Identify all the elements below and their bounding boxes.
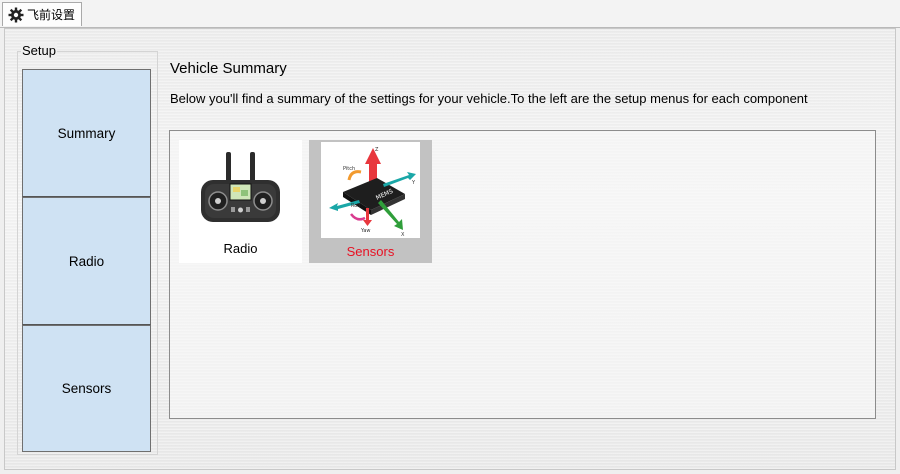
sensors-summary-card[interactable]: MEMS Z Y X Pitch Roll Yaw Sensors xyxy=(309,140,432,263)
mems-sensor-icon: MEMS Z Y X Pitch Roll Yaw xyxy=(321,142,420,238)
pitch-label: Pitch xyxy=(343,166,355,172)
axis-x-label: X xyxy=(401,232,405,238)
axis-z-label: Z xyxy=(375,147,379,153)
roll-label: Roll xyxy=(351,203,360,209)
radio-transmitter-icon xyxy=(191,142,290,238)
tab-preflight-setup[interactable]: 飞前设置 xyxy=(2,2,82,26)
setup-group: Setup Summary Radio Sensors xyxy=(17,43,158,455)
radio-card-label: Radio xyxy=(223,241,258,256)
tab-label: 飞前设置 xyxy=(27,8,76,22)
tab-strip: 飞前设置 xyxy=(0,0,900,28)
axis-y-label: Y xyxy=(411,180,416,186)
page-title: Vehicle Summary xyxy=(170,60,287,77)
radio-summary-card[interactable]: Radio xyxy=(179,140,302,263)
yaw-label: Yaw xyxy=(360,228,371,234)
main-panel: Setup Summary Radio Sensors Vehicle Summ… xyxy=(4,28,896,470)
setup-group-title: Setup xyxy=(21,43,57,59)
vehicle-summary-box: Radio MEMS Z Y X Pitch Roll Yaw Sensors xyxy=(169,130,876,419)
gear-icon xyxy=(7,6,24,23)
setup-radio-button[interactable]: Radio xyxy=(22,197,151,325)
sensors-card-label: Sensors xyxy=(346,244,395,259)
page-description: Below you'll find a summary of the setti… xyxy=(170,91,808,106)
setup-sensors-button[interactable]: Sensors xyxy=(22,325,151,452)
setup-summary-button[interactable]: Summary xyxy=(22,69,151,197)
